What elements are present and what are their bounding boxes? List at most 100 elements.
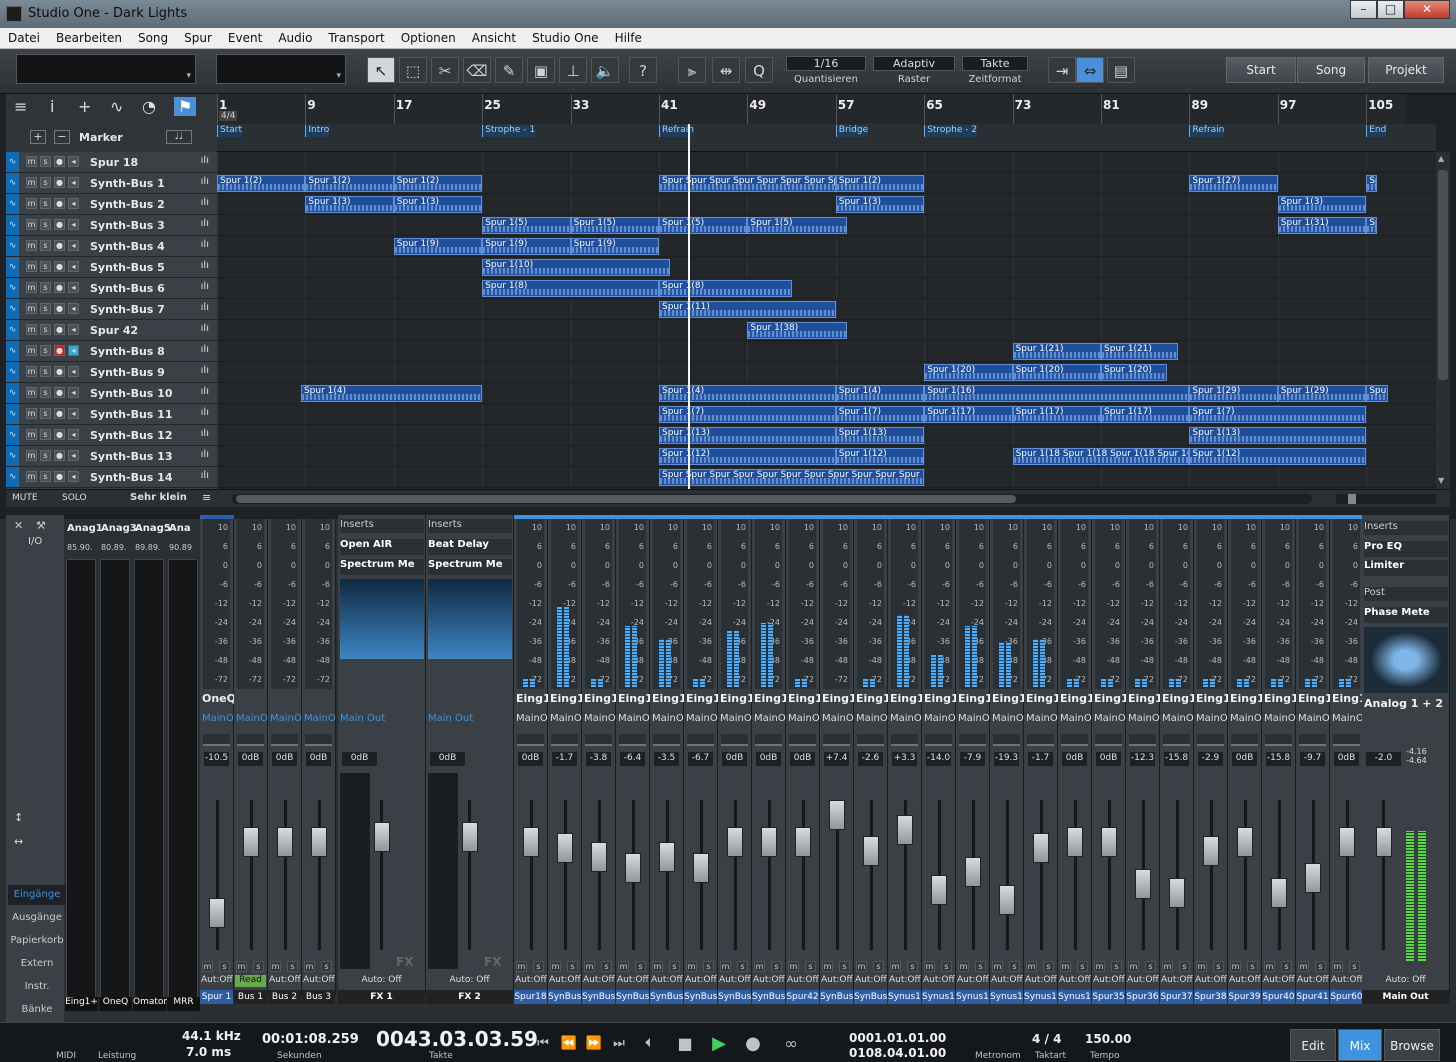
channel-name[interactable]: Eing1 [516,692,551,705]
track-header[interactable]: ∿ m s ● ◂ Synth-Bus 4 ılı [6,236,217,257]
pan-control[interactable] [687,734,714,746]
channel-output[interactable]: MainO [1196,713,1228,724]
audio-event[interactable]: Spur 1(16) [924,385,1190,402]
input-channel-strip[interactable]: 10 6 0 -6 -12 -24 -36 -48 -72 Eing1 MainO -7.9 m s Aut… [956,515,993,1004]
channel-output[interactable]: MainO [1128,713,1160,724]
mute-button[interactable]: m [26,303,37,314]
record-button[interactable]: ● [54,282,65,293]
channel-name[interactable]: Eing1 [754,692,789,705]
input-channel-strip[interactable]: 10 6 0 -6 -12 -24 -36 -48 -72 Eing1 MainO -14.0 m s Au… [922,515,959,1004]
record-button[interactable]: ● [54,240,65,251]
audio-event[interactable]: Spur 1(20) [1101,364,1168,381]
mute-button[interactable]: m [550,961,561,972]
channel-name[interactable]: Eing1 [1298,692,1333,705]
fader-track[interactable] [733,800,737,950]
track-lane[interactable] [217,362,1436,383]
volume-readout[interactable]: 0dB [756,752,781,766]
channel-label[interactable]: FX 2 [426,990,513,1004]
instrument-name[interactable]: Anag5 [135,523,171,534]
volume-readout[interactable]: -12.3 [1130,752,1155,766]
volume-readout[interactable]: -10.5 [204,752,229,766]
channel-name[interactable]: Eing1 [720,692,755,705]
automation-mode[interactable]: Aut:Off [821,975,853,987]
instrument-name[interactable]: Anag3 [101,523,137,534]
global-solo-button[interactable]: SOLO [62,493,87,503]
input-channel-strip[interactable]: 10 6 0 -6 -12 -24 -36 -48 -72 Eing1 MainO 0dB m s Aut:… [1228,515,1265,1004]
lane-icon[interactable]: ∿ [6,299,19,319]
monitor-button[interactable]: ◂ [68,471,79,482]
volume-fader[interactable] [462,822,478,852]
volume-fader[interactable] [590,842,607,872]
solo-button[interactable]: s [771,961,782,972]
audio-event[interactable]: Spur 1(17) [1101,406,1190,423]
input-channel-strip[interactable]: 10 6 0 -6 -12 -24 -36 -48 -72 Eing1 MainO -2.6 m s Aut… [854,515,891,1004]
channel-output[interactable]: MainO [1094,713,1126,724]
rewind-icon[interactable]: ⏪ [558,1033,580,1055]
edit-page-button[interactable]: Edit [1290,1029,1336,1061]
scroll-down-icon[interactable]: ▼ [1438,476,1448,486]
channel-output[interactable]: MainO [550,713,582,724]
zoom-slider[interactable] [1336,494,1436,504]
automation-mode[interactable]: Aut:Off [1161,975,1193,987]
monitor-button[interactable]: ◂ [68,366,79,377]
channel-label[interactable]: Synus14 [1024,990,1057,1004]
marker-flag-icon[interactable]: ⚑ [174,97,197,116]
monitor-button[interactable]: ◂ [68,198,79,209]
channel-name[interactable]: Eing1 [992,692,1027,705]
main-output[interactable]: Analog 1 + 2 [1364,697,1443,710]
main-out-strip[interactable]: Inserts Pro EQ Limiter Post Phase Mete Analog… [1362,515,1450,1004]
volume-readout[interactable]: -9.7 [1300,752,1325,766]
audio-event[interactable]: Spur 1(2) [305,175,394,192]
fader-track[interactable] [1209,800,1213,950]
record-button[interactable]: ● [54,261,65,272]
channel-label[interactable]: Synus10 [888,990,921,1004]
channel-output[interactable]: MainO [1264,713,1296,724]
monitor-button[interactable]: ◂ [68,177,79,188]
record-button[interactable]: ● [54,324,65,335]
pan-control[interactable] [823,734,850,746]
menu-transport[interactable]: Transport [320,28,392,49]
fader-track[interactable] [869,800,873,950]
automation-mode[interactable]: Auto: Off [1363,975,1448,987]
fader-track[interactable] [1243,800,1247,950]
solo-button[interactable]: s [737,961,748,972]
channel-label[interactable]: Spur 1 [200,990,233,1004]
solo-button[interactable]: s [975,961,986,972]
audio-event[interactable]: Spur 1(21) [1012,343,1101,360]
volume-readout[interactable]: -3.5 [654,752,679,766]
automation-mode[interactable]: Aut:Off [201,975,233,987]
channel-output[interactable]: MainO [1026,713,1058,724]
mute-button[interactable]: m [1094,961,1105,972]
marker-end[interactable]: End [1366,125,1387,137]
mute-button[interactable]: m [26,366,37,377]
menu-spur[interactable]: Spur [176,28,220,49]
solo-button[interactable]: s [1111,961,1122,972]
global-mute-button[interactable]: MUTE [12,493,38,503]
pan-control[interactable] [619,734,646,746]
monitor-button[interactable]: ◂ [68,324,79,335]
audio-event[interactable]: Spur 1(20) [924,364,1013,381]
automation-mode[interactable]: Aut:Off [1127,975,1159,987]
channel-output[interactable]: MainO [958,713,990,724]
solo-button[interactable]: s [805,961,816,972]
audio-event[interactable]: Sp [1366,217,1378,234]
automation-mode[interactable]: Aut:Off [889,975,921,987]
channel-name[interactable]: Eing1 [686,692,721,705]
inserts-header[interactable]: Inserts [340,519,424,533]
solo-button[interactable]: s [321,961,332,972]
record-button[interactable]: ● [54,387,65,398]
volume-readout[interactable]: 0dB [1232,752,1257,766]
zoom-slider-thumb[interactable] [1348,494,1356,504]
volume-fader[interactable] [930,875,947,905]
volume-fader[interactable] [624,853,641,883]
input-channel-strip[interactable]: 10 6 0 -6 -12 -24 -36 -48 -72 Eing1 MainO +3.3 m s Aut… [888,515,925,1004]
automation-mode[interactable]: Aut:Off [1059,975,1091,987]
volume-fader[interactable] [1202,836,1219,866]
volume-readout[interactable]: 0dB [1096,752,1121,766]
marker-strophe-1[interactable]: Strophe - 1 [482,125,536,137]
channel-name[interactable]: Eing1 [958,692,993,705]
channel-name[interactable]: Eing1 [1230,692,1265,705]
track-name[interactable]: Synth-Bus 11 [90,408,172,421]
volume-fader[interactable] [1236,827,1253,857]
range-tool-icon[interactable]: ⬚ [399,57,427,83]
